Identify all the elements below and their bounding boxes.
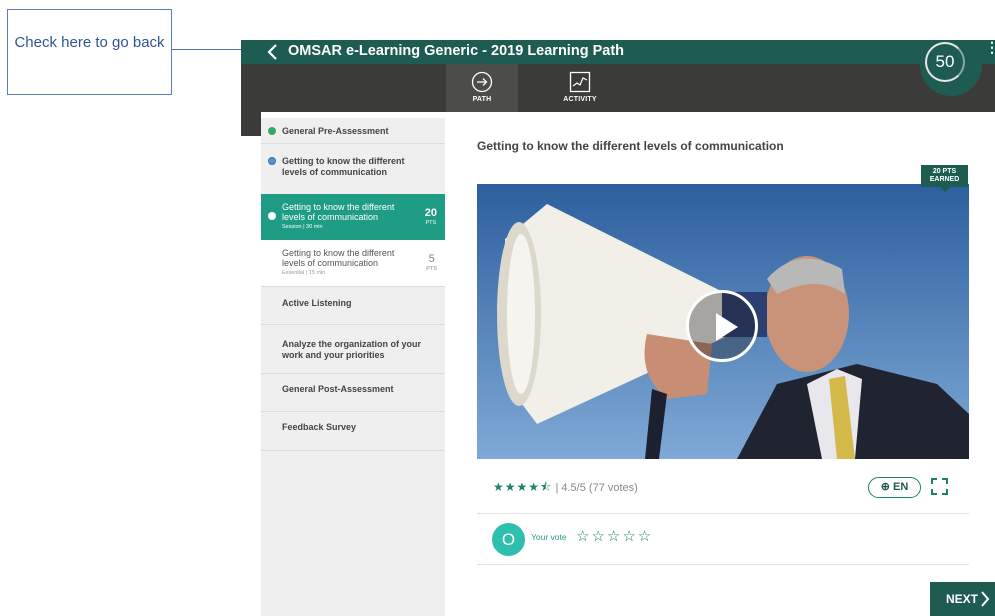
sidebar-item-label: Analyze the organization of your work an… <box>282 339 422 360</box>
next-label: NEXT <box>946 592 979 606</box>
learning-path-sidebar: General Pre-Assessment Getting to know t… <box>261 118 445 616</box>
chevron-right-shape <box>981 591 990 607</box>
tab-path[interactable]: PATH <box>446 64 518 112</box>
rating-stars-icon: ★★★★⯪ <box>493 480 553 494</box>
sidebar-subitem-active[interactable]: Getting to know the different levels of … <box>261 194 445 240</box>
globe-icon: ⊕ <box>880 481 890 493</box>
in-progress-icon <box>268 157 276 165</box>
your-vote-label: Your vote <box>531 532 567 542</box>
sidebar-item-label: Getting to know the different levels of … <box>282 156 405 177</box>
rating-votes: (77 votes) <box>588 482 638 494</box>
chevron-right-icon <box>980 582 990 616</box>
avatar: O <box>492 523 525 556</box>
divider <box>477 564 969 565</box>
subitem-points: 5 PTS <box>426 254 437 274</box>
rating-summary: ★★★★⯪ | 4.5/5 (77 votes) <box>493 479 638 496</box>
back-button[interactable] <box>267 41 287 63</box>
tab-bar <box>241 64 995 112</box>
page-title: OMSAR e-Learning Generic - 2019 Learning… <box>288 43 624 59</box>
subitem-title-line1: Getting to know the different <box>282 202 395 212</box>
fullscreen-icon[interactable] <box>931 478 948 495</box>
content-title: Getting to know the different levels of … <box>477 139 784 153</box>
completed-check-icon <box>268 127 276 135</box>
subitem-points: 20 PTS <box>425 208 437 228</box>
subitem-points-unit: PTS <box>425 220 437 226</box>
tab-path-label: PATH <box>472 96 492 103</box>
points-earned-value: 20 PTS <box>932 168 957 175</box>
activity-chart-icon <box>569 71 591 93</box>
arrow-circle-icon <box>471 71 493 93</box>
sidebar-item-post-assessment[interactable]: General Post-Assessment <box>261 374 445 412</box>
rating-value: | 4.5/5 <box>555 482 586 494</box>
sidebar-item-label: Active Listening <box>282 298 352 308</box>
subitem-title-line2: levels of communication <box>282 212 379 222</box>
tab-activity-label: ACTIVITY <box>563 96 597 103</box>
subitem-title-line1: Getting to know the different <box>282 248 395 258</box>
sidebar-item-label: Feedback Survey <box>282 422 357 432</box>
subitem-meta: Session | 30 min <box>282 224 323 230</box>
points-earned-badge: 20 PTS EARNED <box>921 165 968 192</box>
subitem-meta: Essential | 15 min <box>282 270 326 276</box>
language-button[interactable]: ⊕ EN <box>868 477 921 498</box>
tab-bar-edge <box>241 112 261 136</box>
chevron-left-icon <box>267 44 277 60</box>
vote-stars-input[interactable]: ☆☆☆☆☆ <box>576 528 653 546</box>
subitem-points-value: 20 <box>424 207 437 219</box>
annotation-text: Check here to go back <box>14 34 165 51</box>
divider <box>477 513 969 514</box>
score-value: 50 <box>935 52 955 71</box>
active-step-dot-icon <box>268 212 276 220</box>
sidebar-item-label: General Pre-Assessment <box>282 126 389 136</box>
sidebar-item-label: General Post-Assessment <box>282 384 394 394</box>
sidebar-item-organization[interactable]: Analyze the organization of your work an… <box>261 325 445 374</box>
subitem-title-line2: levels of communication <box>282 258 379 268</box>
subitem-points-unit: PTS <box>426 266 437 272</box>
sidebar-subitem[interactable]: Getting to know the different levels of … <box>261 240 445 286</box>
points-earned-label: EARNED <box>929 175 960 183</box>
app-window: OMSAR e-Learning Generic - 2019 Learning… <box>241 40 995 616</box>
more-options-icon[interactable]: ⋮ <box>985 40 995 54</box>
tab-activity[interactable]: ACTIVITY <box>544 64 616 112</box>
sidebar-item-feedback-survey[interactable]: Feedback Survey <box>261 412 445 451</box>
next-button[interactable]: NEXT <box>930 582 995 616</box>
subitem-points-value: 5 <box>428 253 435 265</box>
language-label: EN <box>893 481 909 493</box>
play-button[interactable] <box>686 290 758 362</box>
annotation-connector <box>172 49 250 50</box>
sidebar-item-communication-levels[interactable]: Getting to know the different levels of … <box>261 144 445 194</box>
sidebar-item-pre-assessment[interactable]: General Pre-Assessment <box>261 118 445 144</box>
sidebar-item-active-listening[interactable]: Active Listening <box>261 286 445 325</box>
annotation-callout: Check here to go back <box>7 9 172 95</box>
